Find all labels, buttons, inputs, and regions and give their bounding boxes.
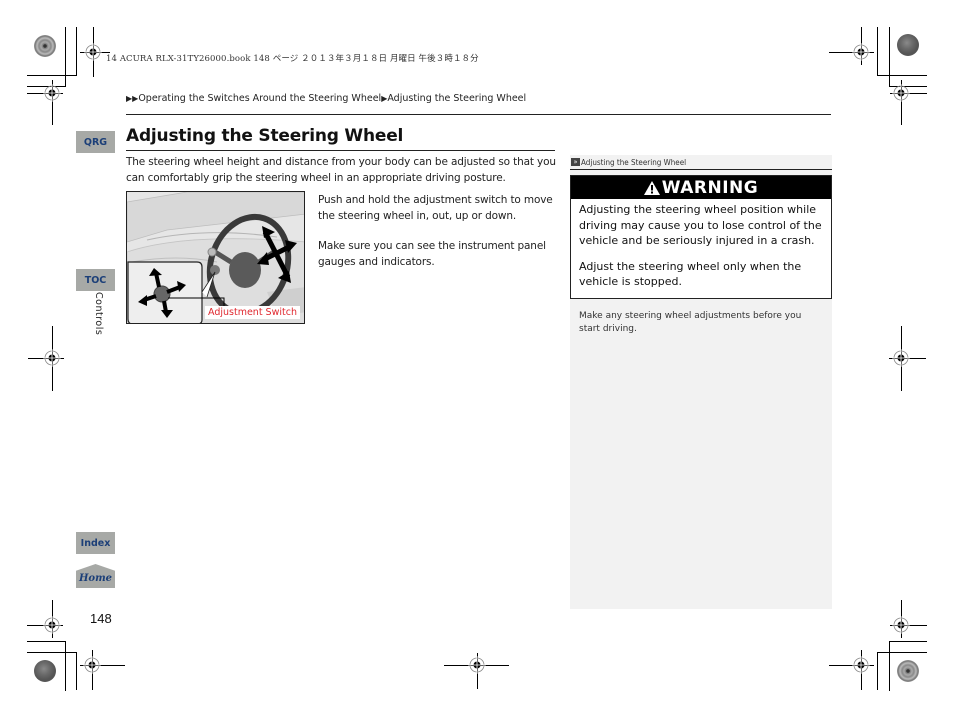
page-title: Adjusting the Steering Wheel xyxy=(126,126,404,146)
crop-mark xyxy=(877,75,927,76)
header-rule xyxy=(126,114,831,115)
instruction-step: Push and hold the adjustment switch to m… xyxy=(318,194,553,222)
cockpit-drawing xyxy=(127,192,304,323)
crop-mark xyxy=(27,75,77,76)
crop-mark xyxy=(27,652,77,653)
breadcrumb-item-parent[interactable]: Operating the Switches Around the Steeri… xyxy=(138,93,381,104)
crop-mark xyxy=(27,641,65,642)
registration-target-icon xyxy=(852,43,870,61)
sidebar-note: Make any steering wheel adjustments befo… xyxy=(579,311,802,334)
warning-box: WARNING Adjusting the steering wheel pos… xyxy=(570,175,832,299)
page-number: 148 xyxy=(90,611,112,626)
qrg-tab[interactable]: QRG xyxy=(76,131,115,153)
crop-mark xyxy=(76,652,77,690)
registration-target-icon xyxy=(43,84,61,102)
crop-mark xyxy=(889,27,890,87)
crop-mark xyxy=(65,641,66,691)
steering-wheel-illustration: Adjustment Switch xyxy=(126,191,305,324)
color-rosette-top-left xyxy=(34,35,56,57)
home-tab[interactable]: Home xyxy=(76,564,115,588)
section-label: Controls xyxy=(93,292,104,336)
breadcrumb-item-current[interactable]: Adjusting the Steering Wheel xyxy=(387,93,526,104)
warning-heading: WARNING xyxy=(571,176,831,199)
warning-body: Adjusting the steering wheel position wh… xyxy=(571,199,831,290)
sidebar-reference-header[interactable]: » Adjusting the Steering Wheel xyxy=(570,155,832,170)
warning-triangle-icon xyxy=(643,180,660,195)
color-rosette-top-right xyxy=(897,34,919,56)
sidebar-reference-label: Adjusting the Steering Wheel xyxy=(581,157,687,167)
index-tab[interactable]: Index xyxy=(76,532,115,554)
registration-target-icon xyxy=(84,43,102,61)
registration-target-icon xyxy=(43,616,61,634)
color-rosette-bottom-left xyxy=(34,660,56,682)
print-header: 14 ACURA RLX-31TY26000.book 148 ページ ２０１３… xyxy=(106,54,479,64)
warning-paragraph: Adjusting the steering wheel position wh… xyxy=(579,203,822,247)
crop-mark xyxy=(65,57,66,87)
registration-target-icon xyxy=(43,349,61,367)
registration-target-icon xyxy=(83,656,101,674)
crop-mark xyxy=(889,641,927,642)
toc-tab[interactable]: TOC xyxy=(76,269,115,291)
warning-heading-text: WARNING xyxy=(661,177,759,198)
crop-mark xyxy=(76,27,77,75)
title-rule xyxy=(126,150,555,151)
crop-mark xyxy=(889,641,890,691)
crop-mark xyxy=(877,652,878,690)
double-chevron-icon: » xyxy=(571,158,580,166)
breadcrumb: ▶▶Operating the Switches Around the Stee… xyxy=(126,93,526,104)
warning-paragraph: Adjust the steering wheel only when the … xyxy=(579,259,802,289)
registration-target-icon xyxy=(892,616,910,634)
registration-target-icon xyxy=(468,656,486,674)
color-rosette-bottom-right xyxy=(897,660,919,682)
instruction-step: Make sure you can see the instrument pan… xyxy=(318,240,546,268)
crop-mark xyxy=(65,27,66,57)
crop-mark xyxy=(877,652,927,653)
crop-mark xyxy=(877,27,878,75)
intro-paragraph: The steering wheel height and distance f… xyxy=(126,156,556,184)
registration-target-icon xyxy=(852,656,870,674)
registration-target-icon xyxy=(892,84,910,102)
right-triangle-icon: ▶▶ xyxy=(126,94,139,103)
figure-callout-label: Adjustment Switch xyxy=(205,306,300,319)
registration-target-icon xyxy=(892,349,910,367)
